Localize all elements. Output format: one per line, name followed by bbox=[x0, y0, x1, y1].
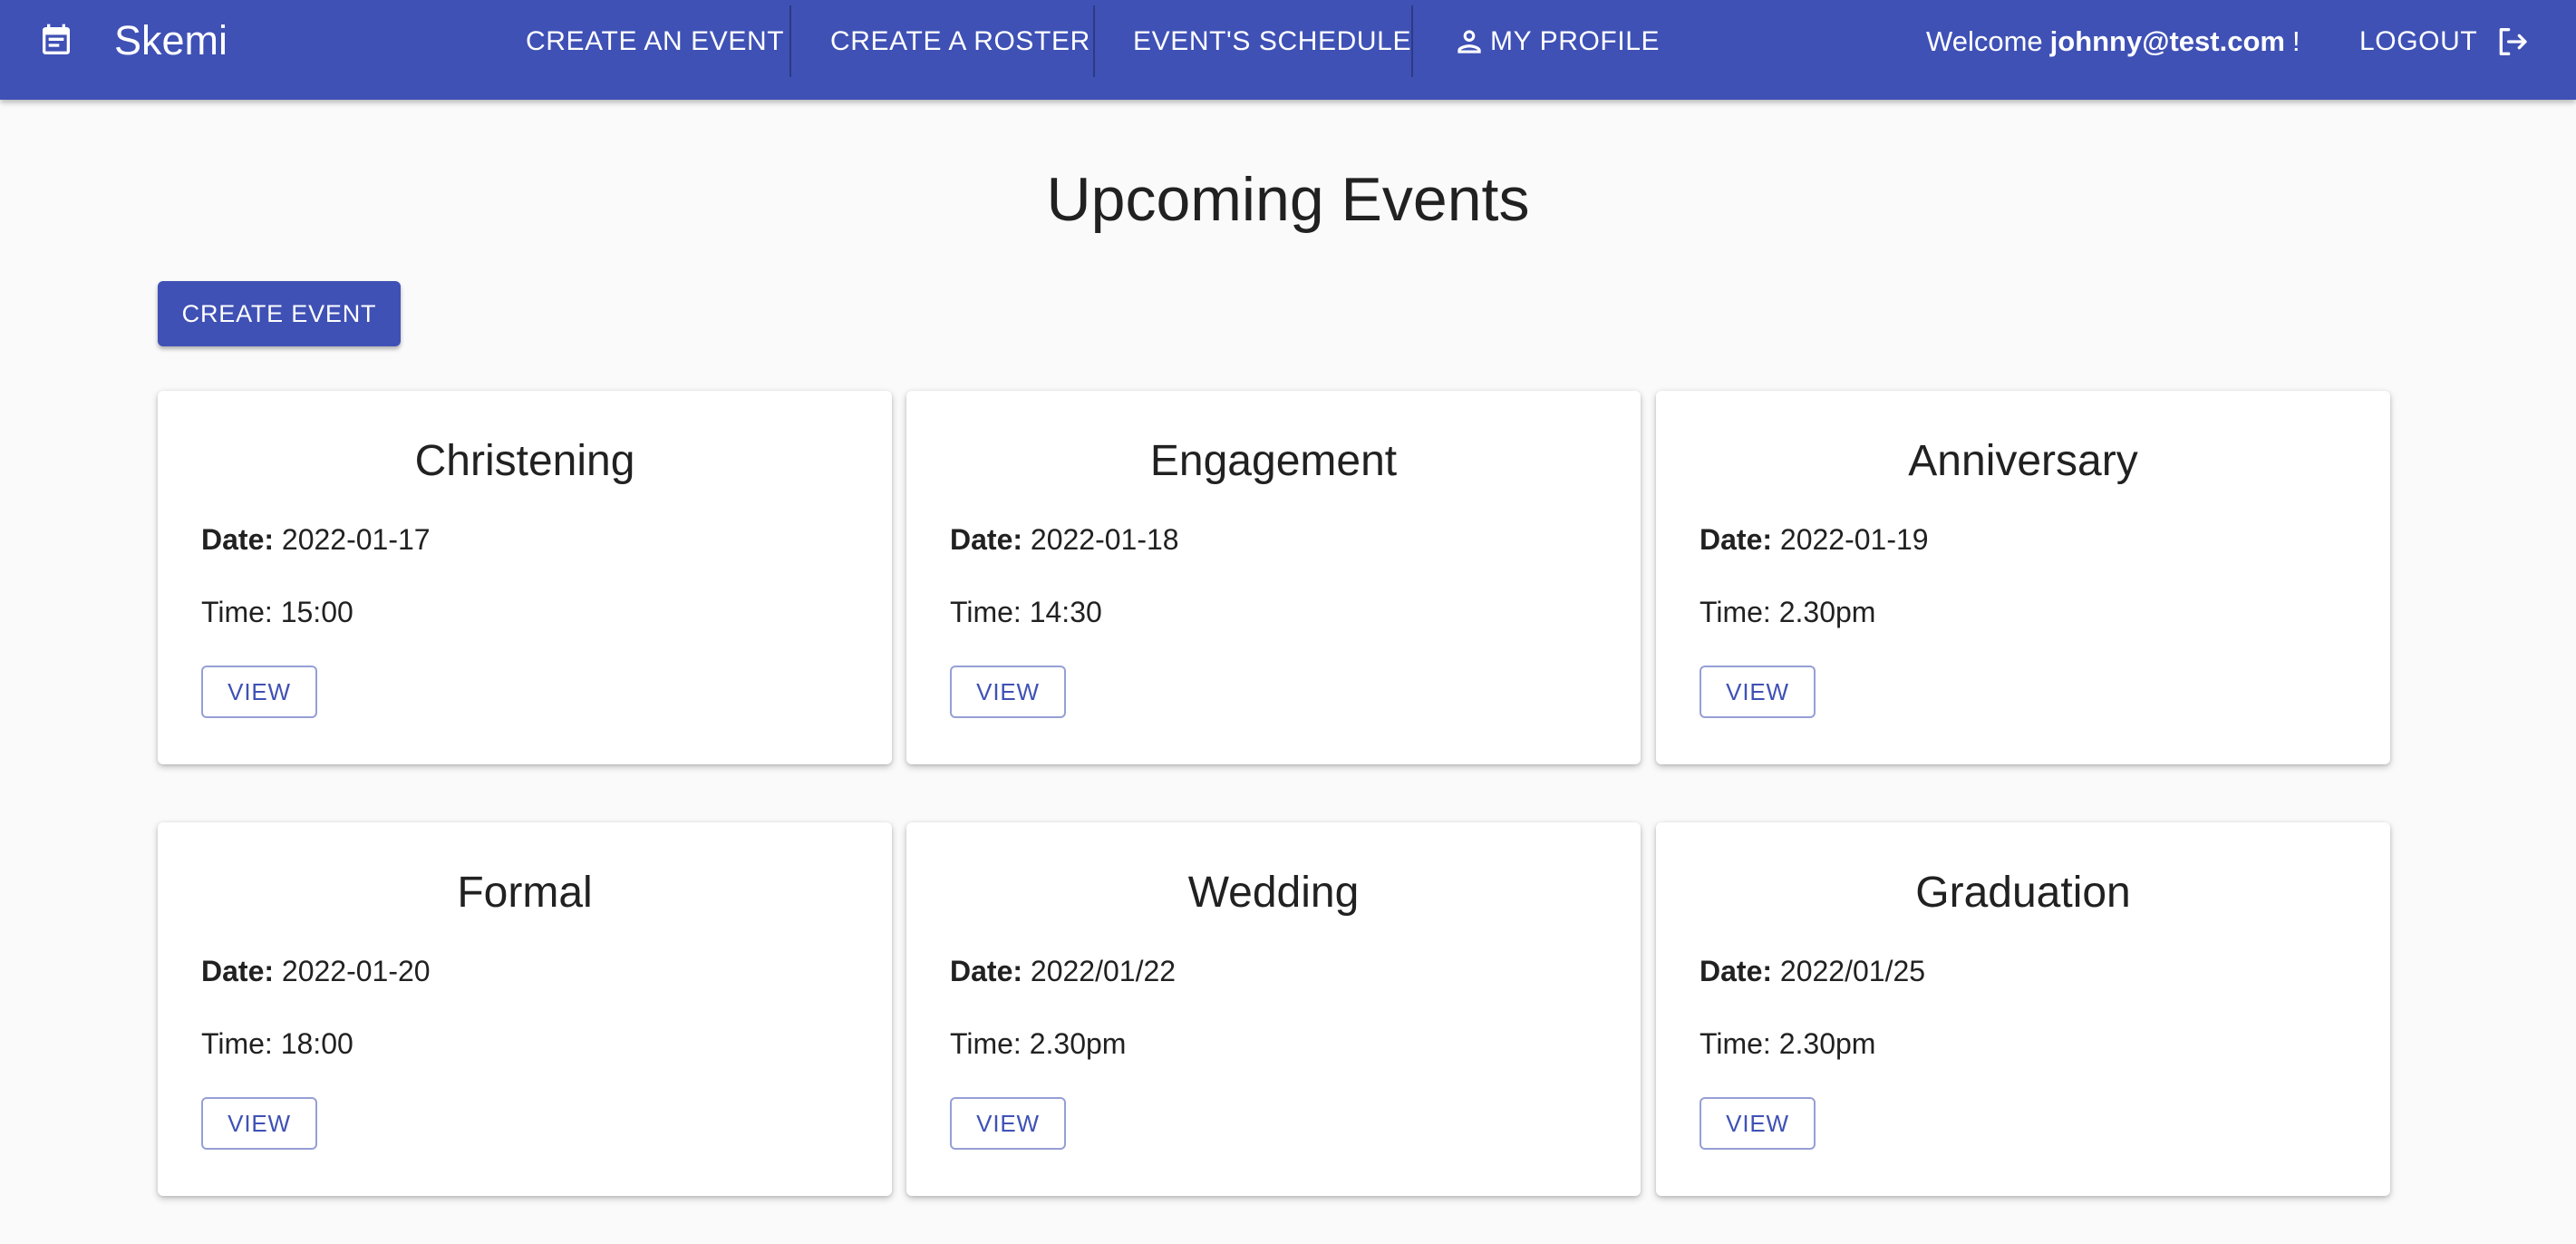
date-label: Date: bbox=[201, 523, 275, 556]
nav-divider bbox=[1411, 5, 1413, 77]
nav-events-schedule-label: EVENT'S SCHEDULE bbox=[1133, 26, 1412, 56]
date-value: 2022/01/25 bbox=[1779, 955, 1926, 987]
nav-create-event[interactable]: CREATE AN EVENT bbox=[526, 0, 784, 83]
date-label: Date: bbox=[201, 955, 275, 987]
date-label: Date: bbox=[950, 523, 1023, 556]
event-time: Time: 18:00 bbox=[201, 1025, 353, 1062]
time-label: Time: bbox=[950, 596, 1022, 628]
date-value: 2022-01-18 bbox=[1030, 523, 1179, 556]
time-label: Time: bbox=[201, 596, 273, 628]
view-button[interactable]: VIEW bbox=[1700, 666, 1816, 718]
person-icon bbox=[1457, 30, 1481, 53]
welcome-message: Welcome johnny@test.com ! bbox=[1926, 0, 2300, 83]
date-value: 2022-01-20 bbox=[281, 955, 431, 987]
date-value: 2022/01/22 bbox=[1030, 955, 1177, 987]
logout-label: LOGOUT bbox=[2359, 26, 2478, 56]
nav-divider bbox=[789, 5, 791, 77]
event-card: Wedding Date: 2022/01/22 Time: 2.30pm VI… bbox=[906, 822, 1641, 1196]
event-date: Date: 2022-01-19 bbox=[1700, 521, 1929, 558]
event-date: Date: 2022-01-20 bbox=[201, 953, 431, 989]
app-bar: Skemi CREATE AN EVENT CREATE A ROSTER EV… bbox=[0, 0, 2576, 100]
event-title: Christening bbox=[414, 437, 635, 485]
date-label: Date: bbox=[1700, 955, 1773, 987]
event-card: Christening Date: 2022-01-17 Time: 15:00… bbox=[158, 391, 892, 764]
date-label: Date: bbox=[1700, 523, 1773, 556]
event-time: Time: 2.30pm bbox=[1700, 1025, 1875, 1062]
view-button[interactable]: VIEW bbox=[201, 1097, 317, 1150]
event-title: Graduation bbox=[1915, 869, 2131, 917]
nav-my-profile[interactable]: MY PROFILE bbox=[1452, 0, 1660, 83]
user-email: johnny@test.com bbox=[2049, 25, 2285, 57]
nav-events-schedule[interactable]: EVENT'S SCHEDULE bbox=[1133, 0, 1411, 83]
page-title: Upcoming Events bbox=[1046, 165, 1530, 234]
time-label: Time: bbox=[201, 1027, 273, 1060]
event-title: Formal bbox=[457, 869, 593, 917]
view-button[interactable]: VIEW bbox=[950, 1097, 1066, 1150]
time-value: 2.30pm bbox=[1029, 1027, 1127, 1060]
event-card: Graduation Date: 2022/01/25 Time: 2.30pm… bbox=[1656, 822, 2390, 1196]
event-title: Anniversary bbox=[1908, 437, 2138, 485]
time-value: 2.30pm bbox=[1778, 1027, 1876, 1060]
date-value: 2022-01-19 bbox=[1779, 523, 1929, 556]
nav-my-profile-label: MY PROFILE bbox=[1490, 26, 1661, 56]
app-name[interactable]: Skemi bbox=[114, 16, 228, 65]
event-date: Date: 2022/01/22 bbox=[950, 953, 1176, 989]
event-title: Wedding bbox=[1187, 869, 1360, 917]
time-label: Time: bbox=[950, 1027, 1022, 1060]
nav-create-roster-label: CREATE A ROSTER bbox=[830, 26, 1090, 56]
nav-create-roster[interactable]: CREATE A ROSTER bbox=[830, 0, 1090, 83]
date-label: Date: bbox=[950, 955, 1023, 987]
create-event-button[interactable]: CREATE EVENT bbox=[158, 281, 401, 346]
nav-divider bbox=[1093, 5, 1095, 77]
event-card: Engagement Date: 2022-01-18 Time: 14:30 … bbox=[906, 391, 1641, 764]
event-card: Formal Date: 2022-01-20 Time: 18:00 VIEW bbox=[158, 822, 892, 1196]
event-time: Time: 15:00 bbox=[201, 594, 353, 630]
event-time: Time: 2.30pm bbox=[950, 1025, 1126, 1062]
event-time: Time: 2.30pm bbox=[1700, 594, 1875, 630]
event-card: Anniversary Date: 2022-01-19 Time: 2.30p… bbox=[1656, 391, 2390, 764]
time-label: Time: bbox=[1700, 596, 1771, 628]
view-button[interactable]: VIEW bbox=[201, 666, 317, 718]
time-value: 15:00 bbox=[280, 596, 353, 628]
event-date: Date: 2022-01-17 bbox=[201, 521, 431, 558]
view-button[interactable]: VIEW bbox=[1700, 1097, 1816, 1150]
view-button[interactable]: VIEW bbox=[950, 666, 1066, 718]
welcome-suffix: ! bbox=[2291, 25, 2300, 57]
time-label: Time: bbox=[1700, 1027, 1771, 1060]
date-value: 2022-01-17 bbox=[281, 523, 431, 556]
logout-icon bbox=[2499, 27, 2527, 55]
time-value: 14:30 bbox=[1029, 596, 1102, 628]
time-value: 2.30pm bbox=[1778, 596, 1876, 628]
welcome-prefix: Welcome bbox=[1926, 25, 2043, 57]
event-title: Engagement bbox=[1149, 437, 1398, 485]
logout-button[interactable]: LOGOUT bbox=[2359, 0, 2530, 83]
time-value: 18:00 bbox=[280, 1027, 353, 1060]
event-time: Time: 14:30 bbox=[950, 594, 1102, 630]
nav-create-event-label: CREATE AN EVENT bbox=[526, 26, 785, 56]
calendar-icon[interactable] bbox=[38, 23, 74, 59]
event-date: Date: 2022-01-18 bbox=[950, 521, 1179, 558]
event-date: Date: 2022/01/25 bbox=[1700, 953, 1925, 989]
